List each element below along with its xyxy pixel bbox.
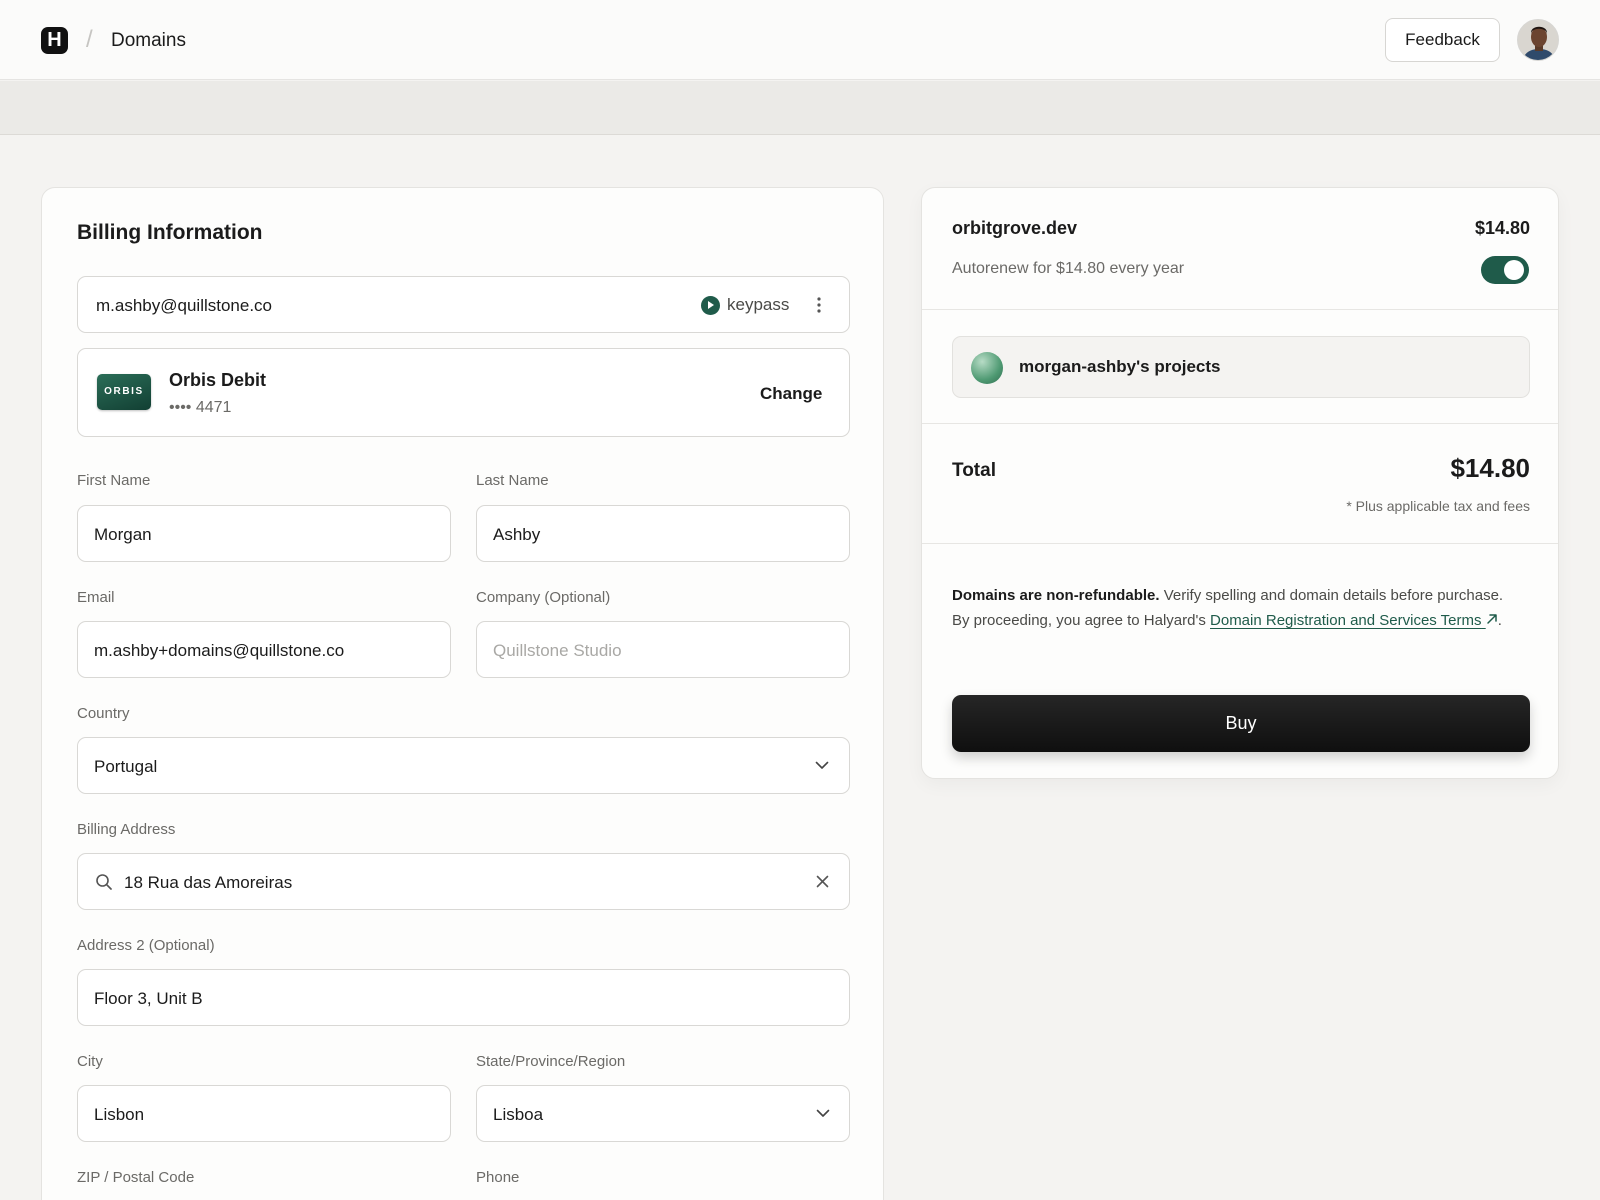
terms-link-text: Domain Registration and Services Terms — [1210, 612, 1482, 629]
user-avatar[interactable] — [1517, 19, 1559, 61]
account-email-value: m.ashby@quillstone.co — [96, 296, 273, 315]
breadcrumb-domains[interactable]: Domains — [111, 30, 186, 52]
more-options-icon[interactable] — [816, 295, 822, 315]
billing-address-input[interactable]: 18 Rua das Amoreiras — [77, 853, 850, 910]
email-input[interactable]: m.ashby+domains@quillstone.co — [77, 621, 451, 678]
change-card-button[interactable]: Change — [760, 384, 822, 404]
keypass-label[interactable]: keypass — [727, 295, 789, 315]
card-masked-number: •••• 4471 — [169, 399, 232, 416]
autorenew-toggle[interactable] — [1481, 256, 1529, 284]
country-label: Country — [77, 705, 130, 722]
email-label: Email — [77, 589, 115, 606]
first-name-label: First Name — [77, 472, 151, 489]
billing-address-value: 18 Rua das Amoreiras — [124, 873, 293, 892]
first-name-value: Morgan — [94, 525, 152, 544]
total-value: $14.80 — [1450, 453, 1530, 483]
city-label: City — [77, 1053, 103, 1070]
chevron-down-icon — [815, 761, 829, 770]
project-name: morgan-ashby's projects — [1019, 357, 1221, 376]
orbis-card-icon: ORBIS — [97, 374, 151, 410]
project-selector[interactable]: morgan-ashby's projects — [952, 336, 1530, 398]
domain-price: $14.80 — [1474, 218, 1530, 238]
domain-name: orbitgrove.dev — [952, 218, 1078, 238]
country-value: Portugal — [94, 757, 158, 776]
email-value: m.ashby+domains@quillstone.co — [94, 641, 345, 660]
terms-link[interactable]: Domain Registration and Services Terms — [1210, 612, 1498, 629]
buy-button[interactable]: Buy — [952, 695, 1530, 752]
last-name-value: Ashby — [493, 525, 541, 544]
divider — [922, 423, 1558, 424]
zip-label: ZIP / Postal Code — [77, 1169, 195, 1186]
company-input[interactable]: Quillstone Studio — [476, 621, 850, 678]
account-email-field[interactable]: m.ashby@quillstone.co keypass — [77, 276, 850, 333]
refund-notice-end: . — [1497, 612, 1502, 629]
total-label: Total — [952, 460, 996, 481]
address2-value: Floor 3, Unit B — [94, 989, 203, 1008]
feedback-button[interactable]: Feedback — [1385, 18, 1500, 62]
keypass-icon — [701, 296, 720, 315]
order-summary-card: orbitgrove.dev $14.80 Autorenew for $14.… — [921, 187, 1559, 779]
project-avatar-icon — [971, 352, 1003, 384]
halyard-logo-icon[interactable]: H — [41, 27, 68, 54]
card-name: Orbis Debit — [169, 370, 267, 390]
phone-label: Phone — [476, 1169, 520, 1186]
chevron-down-icon — [816, 1109, 830, 1118]
header-band — [0, 81, 1600, 135]
billing-card: Billing Information m.ashby@quillstone.c… — [41, 187, 884, 1200]
last-name-input[interactable]: Ashby — [476, 505, 850, 562]
address2-input[interactable]: Floor 3, Unit B — [77, 969, 850, 1026]
toggle-knob — [1504, 260, 1524, 280]
refund-notice-bold: Domains are non-refundable. — [952, 587, 1160, 604]
company-label: Company (Optional) — [476, 589, 611, 606]
city-value: Lisbon — [94, 1105, 145, 1124]
autorenew-text: Autorenew for $14.80 every year — [952, 260, 1185, 277]
top-bar: H / Domains Feedback — [0, 0, 1600, 80]
company-placeholder: Quillstone Studio — [493, 641, 622, 660]
search-icon — [95, 873, 113, 891]
avatar-portrait-icon — [1518, 20, 1558, 60]
state-label: State/Province/Region — [476, 1053, 626, 1070]
tax-note: * Plus applicable tax and fees — [1346, 498, 1530, 514]
payment-method-card: ORBIS Orbis Debit •••• 4471 Change — [77, 348, 850, 437]
breadcrumb-separator: / — [86, 26, 93, 53]
address2-label: Address 2 (Optional) — [77, 937, 215, 954]
divider — [922, 309, 1558, 310]
city-input[interactable]: Lisbon — [77, 1085, 451, 1142]
state-value: Lisboa — [493, 1105, 544, 1124]
first-name-input[interactable]: Morgan — [77, 505, 451, 562]
billing-title: Billing Information — [77, 221, 263, 244]
state-select[interactable]: Lisboa — [476, 1085, 850, 1142]
last-name-label: Last Name — [476, 472, 549, 489]
clear-address-icon[interactable] — [816, 875, 829, 888]
divider — [922, 543, 1558, 544]
refund-notice: Domains are non-refundable. Verify spell… — [952, 583, 1522, 633]
external-link-icon — [1486, 614, 1497, 624]
country-select[interactable]: Portugal — [77, 737, 850, 794]
billing-address-label: Billing Address — [77, 821, 176, 838]
